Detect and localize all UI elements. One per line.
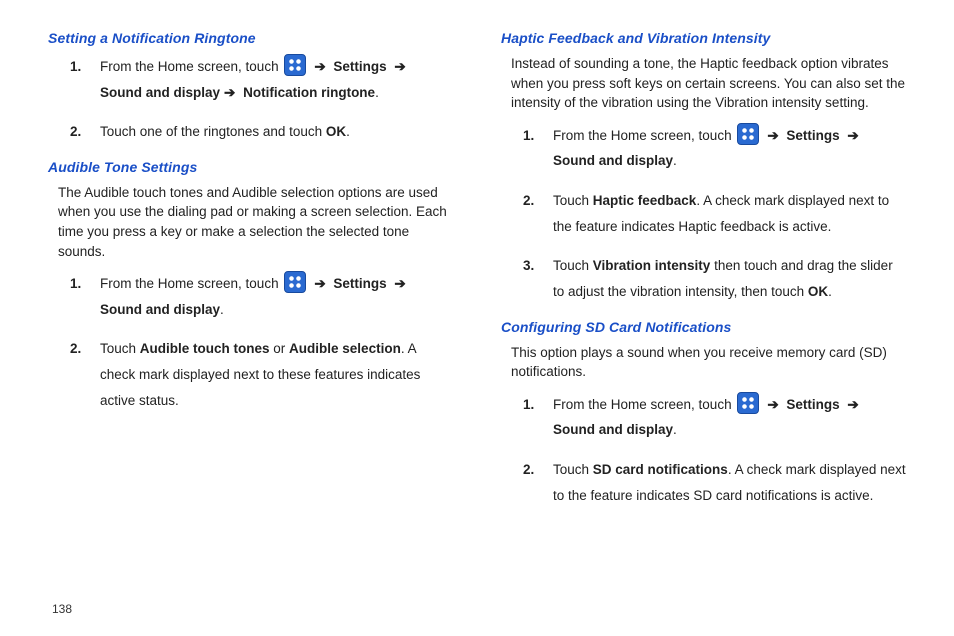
step-text: . — [673, 422, 677, 437]
bold-text: Notification ringtone — [239, 85, 375, 100]
arrow-icon: ➔ — [394, 54, 405, 80]
step-text: Touch — [553, 193, 593, 208]
left-column: Setting a Notification Ringtone From the… — [48, 30, 453, 616]
bold-text: Sound and display — [553, 153, 673, 168]
arrow-icon: ➔ — [767, 123, 778, 149]
step-text: Touch — [100, 341, 140, 356]
steps-list: From the Home screen, touch ➔ Settings ➔… — [48, 54, 453, 145]
step-text: From the Home screen, touch — [100, 59, 282, 74]
arrow-icon: ➔ — [314, 271, 325, 297]
step-item: From the Home screen, touch ➔ Settings ➔… — [501, 392, 906, 443]
apps-grid-icon — [737, 392, 759, 414]
bold-text: Sound and display — [100, 302, 220, 317]
section-title: Haptic Feedback and Vibration Intensity — [501, 30, 906, 46]
section-title: Configuring SD Card Notifications — [501, 319, 906, 335]
step-text: From the Home screen, touch — [553, 128, 735, 143]
step-text: or — [270, 341, 290, 356]
bold-text: OK — [326, 124, 346, 139]
bold-text: Settings — [783, 397, 844, 412]
arrow-icon: ➔ — [394, 271, 405, 297]
arrow-icon: ➔ — [767, 392, 778, 418]
bold-text: Vibration intensity — [593, 258, 711, 273]
step-item: From the Home screen, touch ➔ Settings ➔… — [48, 54, 453, 105]
steps-list: From the Home screen, touch ➔ Settings ➔… — [501, 123, 906, 305]
step-item: Touch Vibration intensity then touch and… — [501, 253, 906, 304]
step-text: . — [346, 124, 350, 139]
right-column: Haptic Feedback and Vibration Intensity … — [501, 30, 906, 616]
bold-text: Settings — [330, 59, 391, 74]
bold-text: Sound and display — [553, 422, 673, 437]
step-item: Touch Haptic feedback. A check mark disp… — [501, 188, 906, 239]
step-text: . — [828, 284, 832, 299]
arrow-icon: ➔ — [847, 392, 858, 418]
steps-list: From the Home screen, touch ➔ Settings ➔… — [48, 271, 453, 413]
steps-list: From the Home screen, touch ➔ Settings ➔… — [501, 392, 906, 509]
step-item: Touch Audible touch tones or Audible sel… — [48, 336, 453, 413]
arrow-icon: ➔ — [224, 80, 235, 106]
arrow-icon: ➔ — [314, 54, 325, 80]
apps-grid-icon — [284, 54, 306, 76]
page-number: 138 — [52, 602, 72, 616]
body-text: Instead of sounding a tone, the Haptic f… — [511, 54, 906, 113]
step-text: . — [220, 302, 224, 317]
body-text: This option plays a sound when you recei… — [511, 343, 906, 382]
section-title: Audible Tone Settings — [48, 159, 453, 175]
step-item: From the Home screen, touch ➔ Settings ➔… — [501, 123, 906, 174]
bold-text: OK — [808, 284, 828, 299]
apps-grid-icon — [737, 123, 759, 145]
step-item: Touch SD card notifications. A check mar… — [501, 457, 906, 508]
step-text: From the Home screen, touch — [100, 276, 282, 291]
step-item: Touch one of the ringtones and touch OK. — [48, 119, 453, 145]
apps-grid-icon — [284, 271, 306, 293]
step-item: From the Home screen, touch ➔ Settings ➔… — [48, 271, 453, 322]
step-text: . — [375, 85, 379, 100]
bold-text: SD card notifications — [593, 462, 728, 477]
page: Setting a Notification Ringtone From the… — [0, 0, 954, 636]
step-text: From the Home screen, touch — [553, 397, 735, 412]
bold-text: Settings — [783, 128, 844, 143]
bold-text: Audible touch tones — [140, 341, 270, 356]
arrow-icon: ➔ — [847, 123, 858, 149]
bold-text: Settings — [330, 276, 391, 291]
section-title: Setting a Notification Ringtone — [48, 30, 453, 46]
step-text: . — [673, 153, 677, 168]
bold-text: Audible selection — [289, 341, 401, 356]
bold-text: Sound and display — [100, 85, 220, 100]
step-text: Touch one of the ringtones and touch — [100, 124, 326, 139]
step-text: Touch — [553, 462, 593, 477]
step-text: Touch — [553, 258, 593, 273]
body-text: The Audible touch tones and Audible sele… — [58, 183, 453, 261]
bold-text: Haptic feedback — [593, 193, 697, 208]
